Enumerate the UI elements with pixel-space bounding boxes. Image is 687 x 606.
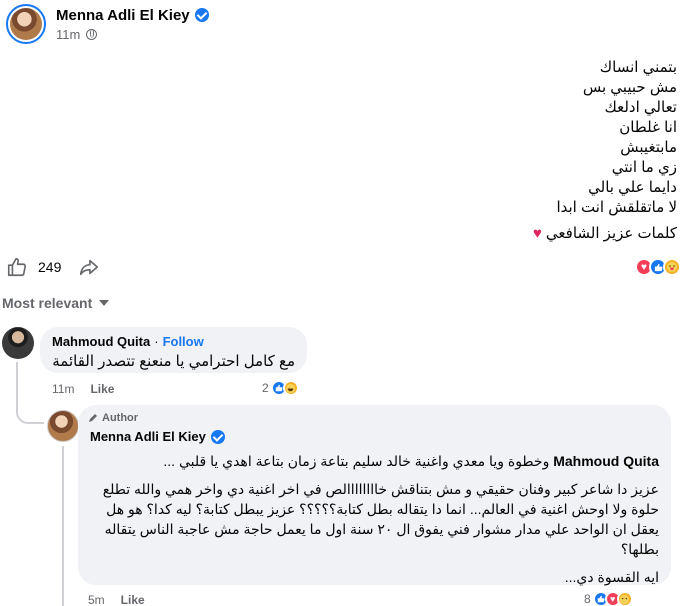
commenter-avatar[interactable] — [2, 327, 34, 359]
reply-time[interactable]: 5m — [88, 593, 105, 606]
follow-button[interactable]: Follow — [163, 334, 204, 349]
thread-line — [62, 446, 64, 606]
reply-line1: وخطوة ويا معدي واغنية خالد سليم بتاعة زم… — [163, 453, 554, 469]
poem-line: تعالي ادلعك — [604, 99, 677, 116]
post-author-name[interactable]: Menna Adli El Kiey — [56, 7, 190, 24]
comment-reaction-count: 2 — [262, 381, 269, 395]
pen-icon — [89, 414, 97, 422]
mention-link[interactable]: Mahmoud Quita — [553, 453, 659, 469]
reply-bubble: Menna Adli El Kiey Mahmoud Quita وخطوة و… — [78, 405, 671, 585]
heart-emoji-icon: ♥ — [533, 225, 542, 242]
verified-badge-icon — [194, 8, 209, 22]
reply-author-name[interactable]: Menna Adli El Kiey — [90, 429, 206, 444]
haha-reaction-icon — [282, 380, 299, 396]
reply-meta: 5m Like — [88, 593, 145, 606]
poem-line: بتمني انساك — [599, 59, 677, 76]
author-badge-label: Author — [102, 412, 139, 424]
care-reaction-icon — [616, 591, 633, 606]
comment-meta: 11m Like — [52, 382, 114, 396]
share-icon[interactable] — [78, 256, 100, 278]
reaction-summary[interactable]: ♥ — [635, 258, 681, 276]
poem-line: مابتغيبش — [620, 139, 677, 156]
reply-reaction-count: 8 — [584, 592, 591, 606]
poem-line: زي ما انتي — [611, 159, 677, 176]
thread-line — [16, 362, 18, 412]
post-actions: 249 ♥ — [6, 256, 681, 280]
commenter-name[interactable]: Mahmoud Quita — [52, 334, 150, 349]
author-badge: Author — [88, 412, 138, 424]
post-time[interactable]: 11m — [56, 27, 80, 42]
caret-down-icon — [99, 300, 110, 306]
sort-label: Most relevant — [2, 295, 93, 311]
reply-like-button[interactable]: Like — [121, 593, 145, 606]
author-avatar[interactable] — [6, 4, 46, 44]
comment-like-button[interactable]: Like — [90, 382, 114, 396]
reply-paragraph: ايه القسوة دي... — [564, 569, 659, 585]
comment-time[interactable]: 11m — [52, 382, 74, 396]
separator-dot: · — [154, 334, 159, 349]
like-button[interactable]: 249 — [6, 256, 61, 278]
reply-paragraph: عزيز دا شاعر كبير وفنان حقيقي و مش بتناق… — [102, 481, 659, 557]
post-credit: كلمات عزيز الشافعي ♥ — [533, 224, 677, 244]
verified-badge-icon — [210, 429, 225, 444]
comment-reactions[interactable]: 2 — [262, 380, 299, 396]
reply-text: Mahmoud Quita وخطوة ويا معدي واغنية خالد… — [94, 451, 659, 595]
post-header: Menna Adli El Kiey 11m — [6, 4, 209, 44]
poem-line: مش حبيبي بس — [582, 79, 677, 96]
poem-line: لا ماتقلقش انت ابدا — [556, 199, 677, 216]
thread-connector — [16, 408, 44, 424]
poem-line: دايما علي بالي — [588, 179, 677, 196]
comment-sort-dropdown[interactable]: Most relevant — [2, 295, 110, 311]
post-body: بتمني انساك مش حبيبي بس تعالي ادلعك انا … — [533, 58, 677, 244]
credit-text: كلمات عزيز الشافعي — [545, 225, 677, 242]
author-reply-avatar[interactable] — [47, 410, 79, 442]
globe-icon — [86, 28, 98, 40]
reply-reactions[interactable]: 8 ♥ — [584, 591, 633, 606]
poem-line: انا غلطان — [619, 119, 677, 136]
care-reaction-icon — [663, 258, 681, 276]
comment-text: مع كامل احترامي يا منعنع تتصدر القائمة — [52, 353, 295, 370]
like-count[interactable]: 249 — [38, 259, 61, 275]
comment-bubble: Mahmoud Quita · Follow مع كامل احترامي ي… — [40, 327, 307, 373]
thumbs-up-icon — [7, 257, 27, 277]
